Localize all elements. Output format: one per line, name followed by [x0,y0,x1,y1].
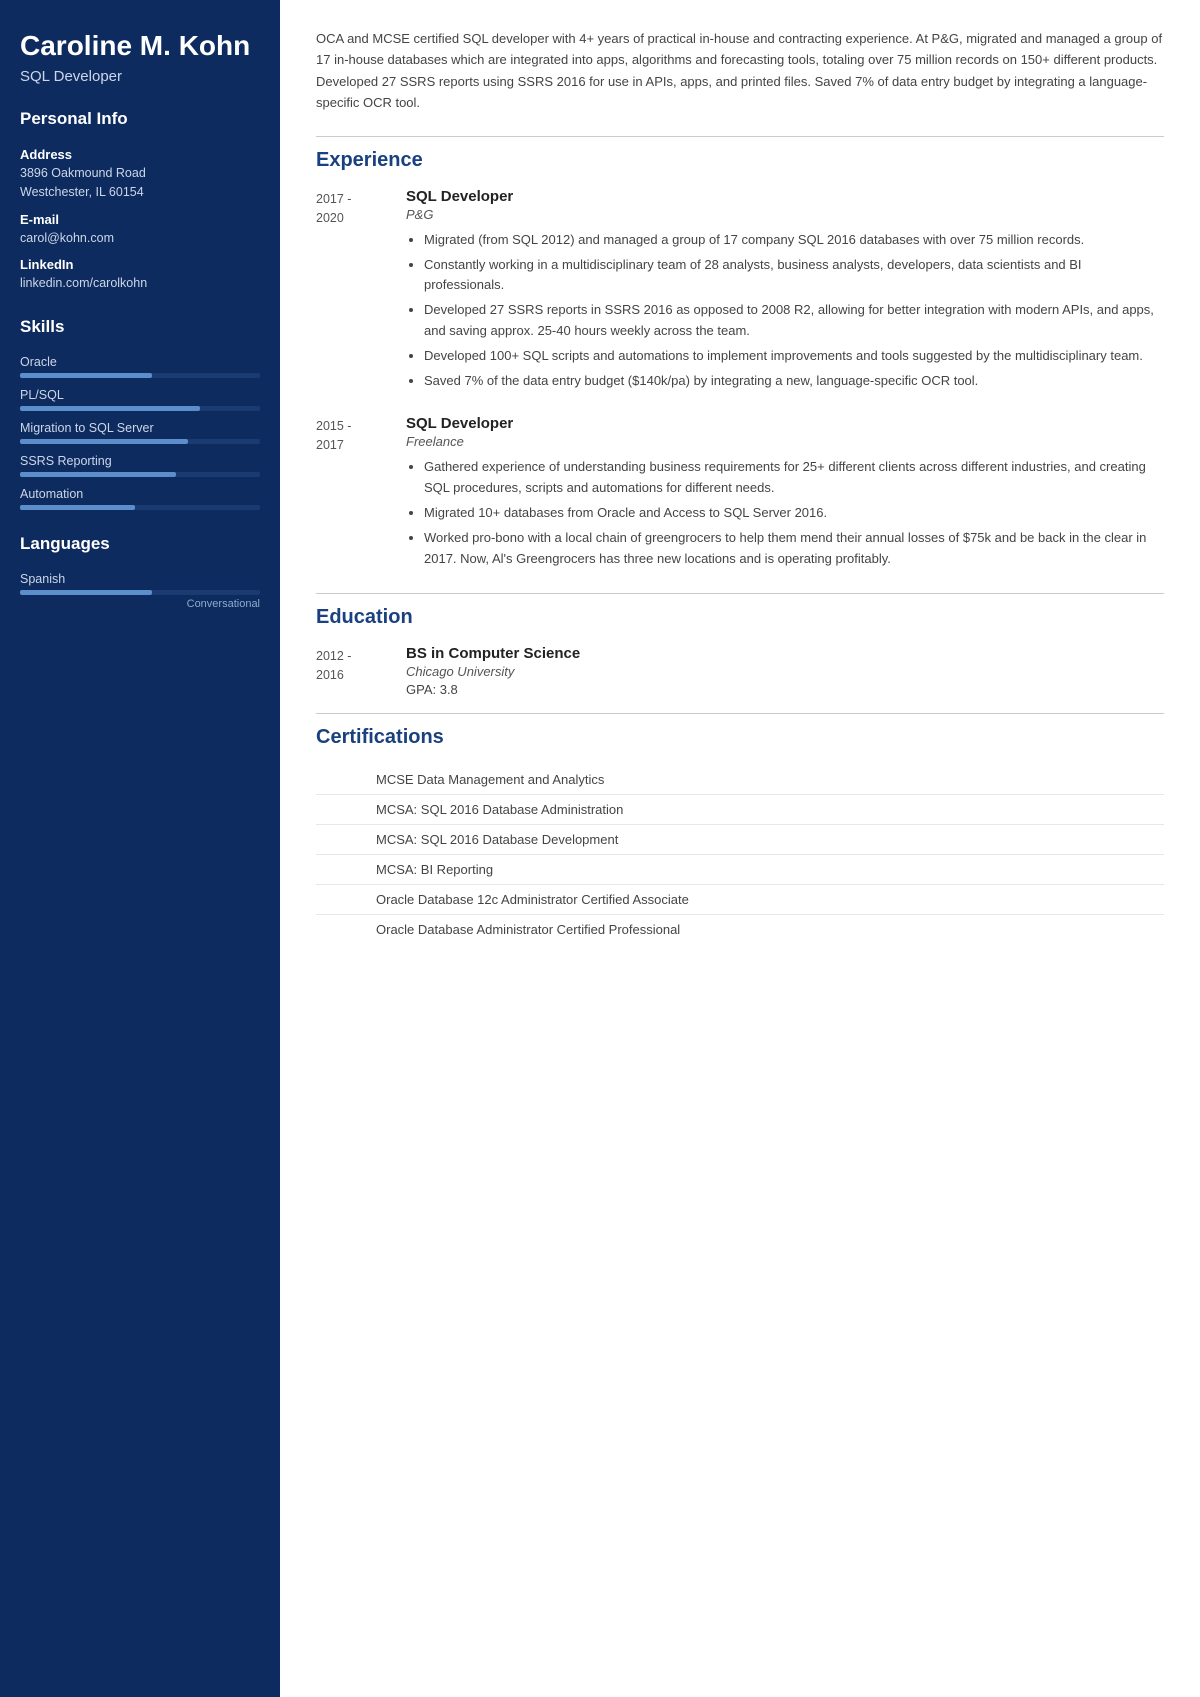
certifications-list: MCSE Data Management and AnalyticsMCSA: … [316,765,1164,944]
certification-item: MCSA: SQL 2016 Database Development [316,825,1164,855]
exp-dates: 2017 -2020 [316,188,406,396]
personal-info-title: Personal Info [20,109,260,133]
skills-list: Oracle PL/SQL Migration to SQL Server SS… [20,355,260,510]
language-name: Spanish [20,572,260,586]
exp-details: SQL Developer Freelance Gathered experie… [406,415,1164,573]
skill-bar-fill [20,505,135,510]
skill-bar-fill [20,439,188,444]
exp-job-title: SQL Developer [406,415,1164,432]
address-line2: Westchester, IL 60154 [20,183,260,202]
education-item: 2012 -2016 BS in Computer Science Chicag… [316,645,1164,697]
exp-bullet: Developed 27 SSRS reports in SSRS 2016 a… [424,300,1164,342]
exp-bullet: Developed 100+ SQL scripts and automatio… [424,346,1164,367]
experience-item: 2017 -2020 SQL Developer P&G Migrated (f… [316,188,1164,396]
skill-name: Automation [20,487,260,501]
skill-item: Migration to SQL Server [20,421,260,444]
edu-degree: BS in Computer Science [406,645,1164,662]
exp-company: Freelance [406,434,1164,449]
skill-bar-bg [20,439,260,444]
certification-item: MCSA: SQL 2016 Database Administration [316,795,1164,825]
summary-text: OCA and MCSE certified SQL developer wit… [316,28,1164,114]
exp-bullet: Migrated 10+ databases from Oracle and A… [424,503,1164,524]
exp-bullet: Gathered experience of understanding bus… [424,457,1164,499]
skill-bar-fill [20,406,200,411]
edu-school: Chicago University [406,664,1164,679]
education-list: 2012 -2016 BS in Computer Science Chicag… [316,645,1164,697]
skill-name: Migration to SQL Server [20,421,260,435]
exp-bullets: Gathered experience of understanding bus… [406,457,1164,569]
language-item: Spanish Conversational [20,572,260,610]
main-content: OCA and MCSE certified SQL developer wit… [280,0,1200,1697]
skill-bar-fill [20,373,152,378]
language-bar-fill [20,590,152,595]
exp-job-title: SQL Developer [406,188,1164,205]
skill-item: PL/SQL [20,388,260,411]
certifications-divider [316,713,1164,714]
exp-company: P&G [406,207,1164,222]
certification-item: MCSA: BI Reporting [316,855,1164,885]
experience-list: 2017 -2020 SQL Developer P&G Migrated (f… [316,188,1164,574]
education-divider [316,593,1164,594]
skill-bar-bg [20,472,260,477]
exp-details: SQL Developer P&G Migrated (from SQL 201… [406,188,1164,396]
exp-bullet: Constantly working in a multidisciplinar… [424,255,1164,297]
email-value: carol@kohn.com [20,229,260,248]
experience-divider [316,136,1164,137]
certifications-title: Certifications [316,726,1164,749]
linkedin-value: linkedin.com/carolkohn [20,274,260,293]
email-label: E-mail [20,212,260,227]
certification-item: MCSE Data Management and Analytics [316,765,1164,795]
exp-bullet: Migrated (from SQL 2012) and managed a g… [424,230,1164,251]
skill-bar-fill [20,472,176,477]
skill-item: Automation [20,487,260,510]
exp-dates: 2015 -2017 [316,415,406,573]
candidate-title: SQL Developer [20,68,260,85]
address-label: Address [20,147,260,162]
edu-dates: 2012 -2016 [316,645,406,697]
skill-bar-bg [20,505,260,510]
certification-item: Oracle Database Administrator Certified … [316,915,1164,944]
exp-bullet: Worked pro-bono with a local chain of gr… [424,528,1164,570]
certification-item: Oracle Database 12c Administrator Certif… [316,885,1164,915]
experience-item: 2015 -2017 SQL Developer Freelance Gathe… [316,415,1164,573]
edu-details: BS in Computer Science Chicago Universit… [406,645,1164,697]
exp-bullet: Saved 7% of the data entry budget ($140k… [424,371,1164,392]
linkedin-label: LinkedIn [20,257,260,272]
languages-list: Spanish Conversational [20,572,260,610]
languages-title: Languages [20,534,260,558]
skill-name: PL/SQL [20,388,260,402]
skills-title: Skills [20,317,260,341]
sidebar: Caroline M. Kohn SQL Developer Personal … [0,0,280,1697]
skill-bar-bg [20,406,260,411]
skill-item: SSRS Reporting [20,454,260,477]
exp-bullets: Migrated (from SQL 2012) and managed a g… [406,230,1164,392]
language-bar-bg [20,590,260,595]
skill-bar-bg [20,373,260,378]
address-line1: 3896 Oakmound Road [20,164,260,183]
skill-name: SSRS Reporting [20,454,260,468]
experience-title: Experience [316,149,1164,172]
skill-item: Oracle [20,355,260,378]
edu-gpa: GPA: 3.8 [406,682,1164,697]
resume-container: Caroline M. Kohn SQL Developer Personal … [0,0,1200,1697]
education-title: Education [316,606,1164,629]
language-level: Conversational [20,598,260,610]
candidate-name: Caroline M. Kohn [20,30,260,62]
skill-name: Oracle [20,355,260,369]
